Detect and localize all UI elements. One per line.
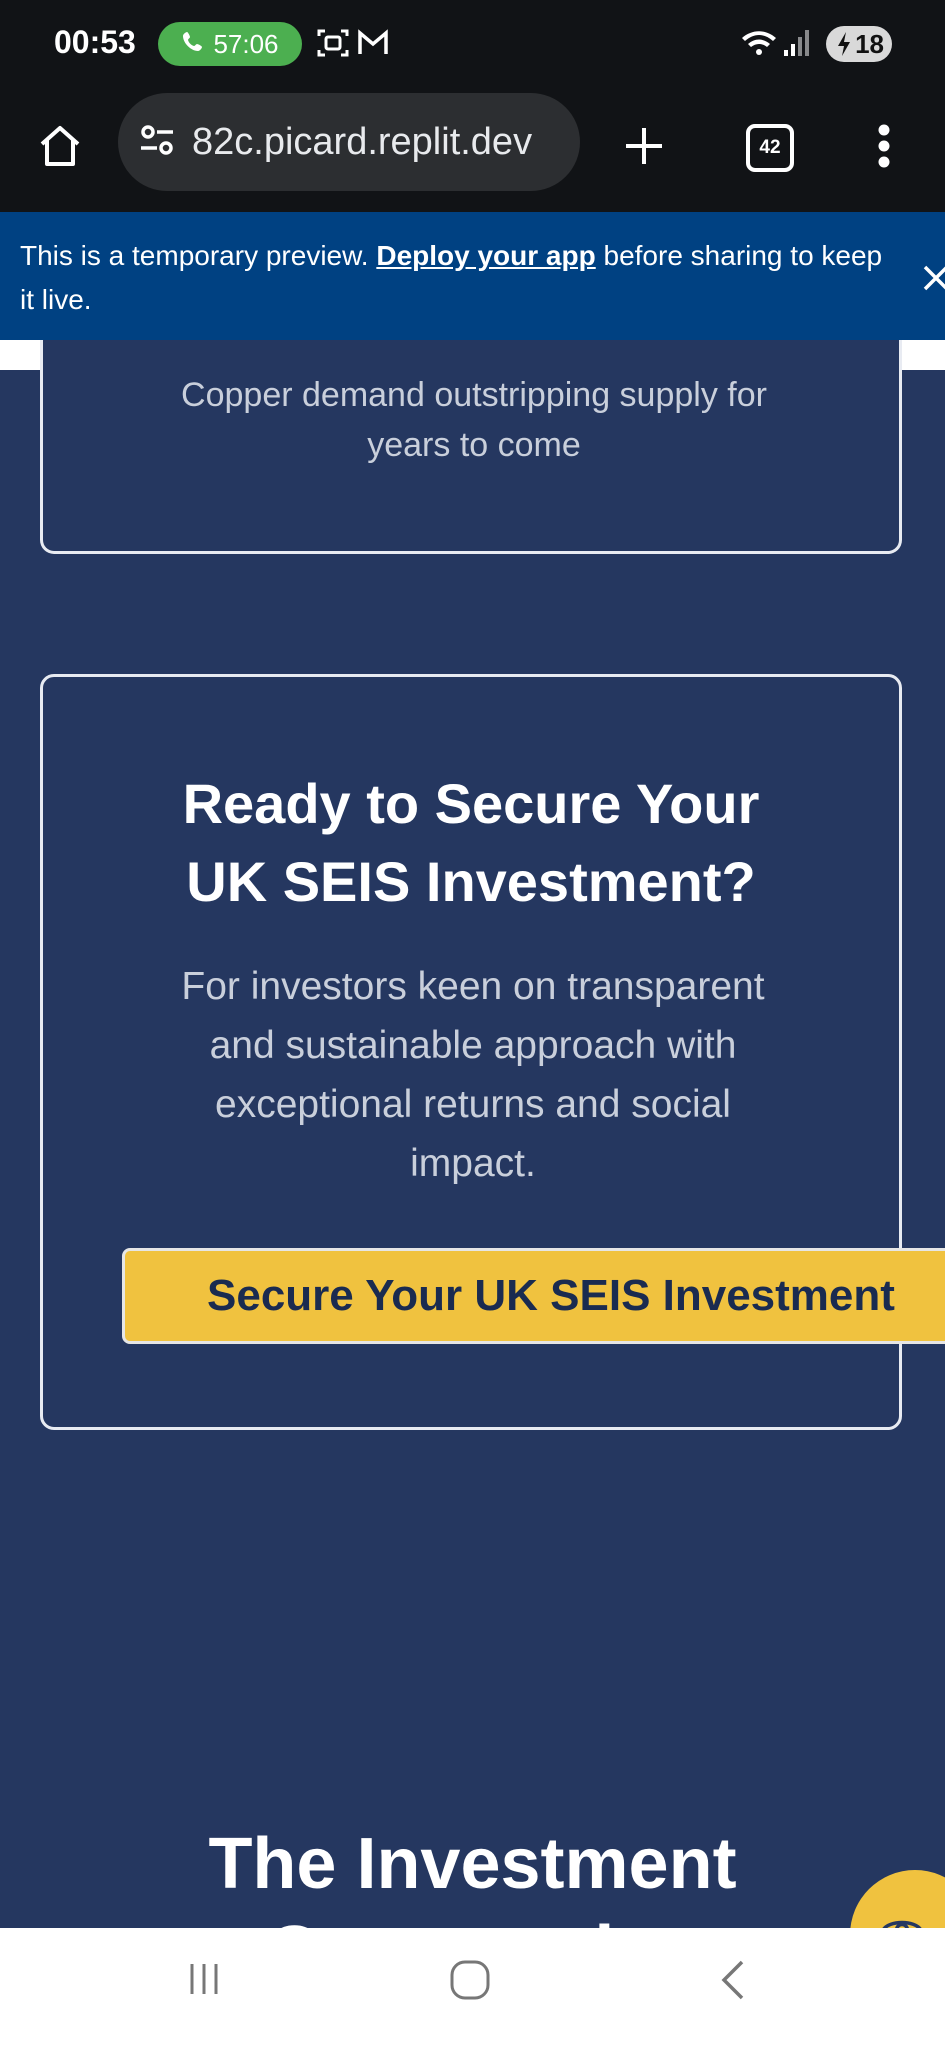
back-nav-button[interactable] (716, 1958, 748, 2007)
gmail-icon (356, 26, 390, 65)
home-nav-button[interactable] (448, 1958, 492, 2007)
home-icon (36, 122, 84, 175)
plus-icon (622, 124, 666, 173)
signal-icon (782, 26, 814, 65)
recent-apps-button[interactable] (184, 1958, 224, 2003)
wifi-icon (740, 26, 778, 65)
cta-description: For investors keen on transparent and su… (181, 965, 765, 1185)
close-icon[interactable] (921, 262, 945, 306)
status-bar: 00:53 57:06 18 (0, 0, 945, 88)
feature-card: Copper demand outstripping supply for ye… (40, 340, 902, 554)
url-text: 82c.picard.replit.dev (192, 120, 533, 163)
feature-card-text: Copper demand outstripping supply for ye… (181, 376, 767, 464)
tab-count: 42 (746, 124, 794, 172)
battery-level: 18 (855, 28, 884, 59)
call-indicator[interactable]: 57:06 (158, 22, 302, 66)
new-tab-button[interactable] (614, 118, 674, 178)
banner-text-before: This is a temporary preview. (20, 240, 377, 271)
browser-toolbar: 82c.picard.replit.dev 42 (0, 88, 945, 212)
screenshot-icon (316, 26, 350, 65)
status-time: 00:53 (54, 24, 136, 60)
site-settings-icon[interactable] (138, 121, 176, 164)
phone-icon (181, 29, 205, 60)
preview-banner: This is a temporary preview. Deploy your… (0, 212, 945, 340)
tab-switcher-button[interactable]: 42 (740, 118, 800, 178)
cta-title: Ready to Secure Your UK SEIS Investment? (182, 772, 760, 913)
browser-menu-button[interactable] (858, 118, 910, 178)
more-vert-icon (877, 122, 891, 175)
battery-indicator: 18 (826, 26, 892, 62)
address-bar[interactable]: 82c.picard.replit.dev (118, 93, 580, 191)
battery-charging-icon (836, 32, 852, 63)
deploy-app-link[interactable]: Deploy your app (376, 240, 595, 271)
section-heading: The Investment Opportunity (208, 1824, 737, 1928)
home-button[interactable] (30, 118, 90, 178)
system-nav-bar (0, 1928, 945, 2048)
call-duration: 57:06 (213, 28, 279, 59)
secure-investment-button[interactable]: Secure Your UK SEIS Investment (122, 1248, 945, 1344)
